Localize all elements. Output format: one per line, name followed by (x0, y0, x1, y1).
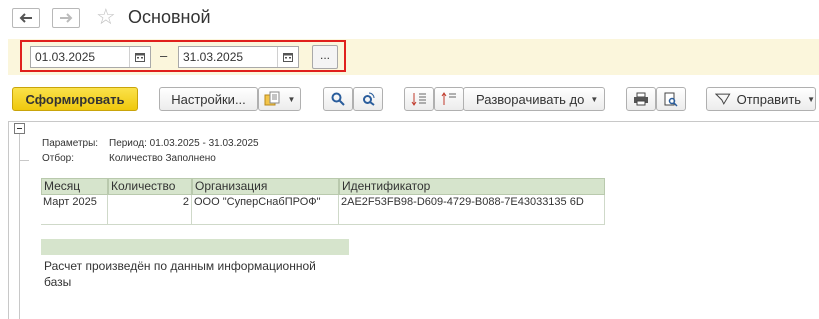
printer-icon (634, 92, 648, 106)
send-icon (715, 93, 731, 105)
search-icon (331, 92, 345, 106)
preview-button[interactable] (656, 87, 686, 111)
print-button[interactable] (626, 87, 656, 111)
search-button[interactable] (323, 87, 353, 111)
expand-to-button[interactable]: Разворачивать до ▼ (463, 87, 605, 111)
column-header-month: Месяц (41, 178, 108, 195)
date-to-field[interactable]: 31.03.2025 (178, 46, 299, 68)
column-header-organization: Организация (192, 178, 339, 195)
date-from-field[interactable]: 01.03.2025 (30, 46, 151, 68)
column-header-identifier: Идентификатор (339, 178, 605, 195)
send-label: Отправить (736, 91, 802, 107)
params-label: Параметры: (42, 138, 99, 149)
date-to-value: 31.03.2025 (183, 50, 244, 64)
cell-month: Март 2025 (41, 195, 108, 225)
group-line (19, 134, 20, 319)
filter-value: Количество Заполнено (109, 153, 216, 164)
filter-label: Отбор: (42, 153, 74, 164)
window-title: Основной (128, 7, 211, 27)
footer-note: Расчет произведён по данным информационн… (44, 259, 316, 289)
back-button[interactable] (12, 8, 40, 28)
send-button[interactable]: Отправить ▼ (706, 87, 816, 111)
settings-label: Настройки... (171, 91, 246, 107)
cell-organization: ООО "СуперСнабПРОФ" (192, 195, 339, 225)
group-line (19, 160, 29, 161)
params-value: Период: 01.03.2025 - 31.03.2025 (109, 138, 259, 149)
select-period-button[interactable]: ... (312, 45, 338, 69)
generate-label: Сформировать (25, 91, 125, 107)
search-next-icon (363, 92, 375, 106)
cell-identifier: 2AE2F53FB98-D609-4729-B088-7E43033135 6D (339, 195, 605, 225)
report-variants-icon (264, 91, 280, 106)
arrow-left-icon (19, 13, 32, 23)
expand-groups-icon (441, 92, 456, 105)
report-border (8, 121, 9, 319)
settings-button[interactable]: Настройки... (159, 87, 258, 111)
expand-all-button[interactable] (434, 87, 464, 111)
date-from-value: 01.03.2025 (35, 50, 96, 64)
collapse-all-button[interactable] (404, 87, 434, 111)
period-separator: – (160, 48, 168, 63)
expand-to-label: Разворачивать до (476, 91, 585, 107)
forward-button[interactable] (52, 8, 80, 28)
chevron-down-icon: ▼ (287, 94, 296, 104)
arrow-right-icon (60, 13, 73, 23)
cell-quantity: 2 (108, 195, 192, 225)
calendar-icon[interactable] (129, 47, 150, 67)
search-next-button[interactable] (353, 87, 383, 111)
variants-button[interactable]: ▼ (258, 87, 301, 111)
favorite-star-icon[interactable]: ☆ (96, 6, 116, 28)
footer-bar (41, 239, 349, 255)
collapse-group-icon[interactable] (14, 123, 25, 134)
column-header-quantity: Количество (108, 178, 192, 195)
chevron-down-icon: ▼ (590, 94, 599, 104)
chevron-down-icon: ▼ (807, 94, 815, 104)
print-preview-icon (664, 92, 678, 107)
report-border (8, 121, 819, 122)
generate-button[interactable]: Сформировать (12, 87, 138, 111)
collapse-groups-icon (411, 93, 426, 106)
calendar-icon[interactable] (277, 47, 298, 67)
